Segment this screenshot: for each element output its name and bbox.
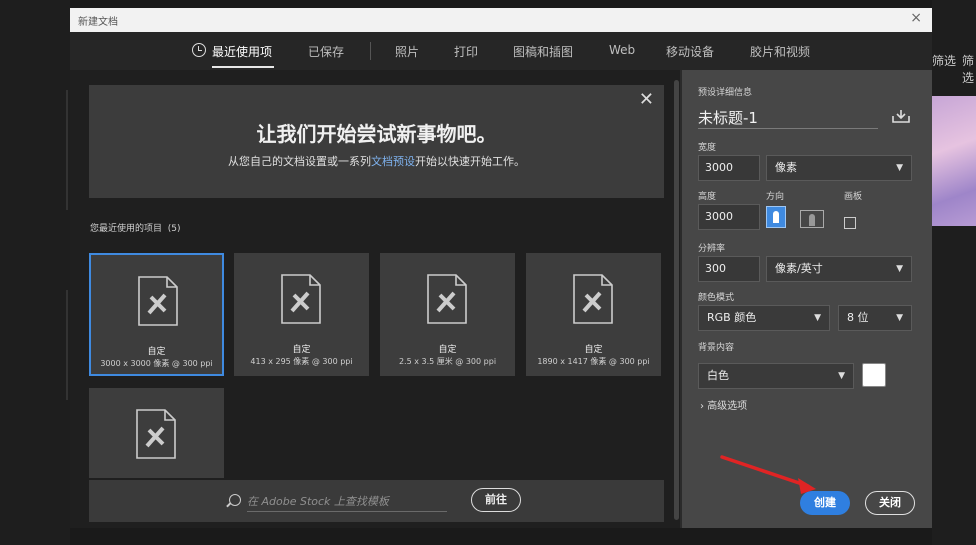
window-title: 新建文档: [78, 17, 118, 28]
width-label: 宽度: [698, 143, 717, 153]
recent-item-card[interactable]: 自定 413 x 295 像素 @ 300 ppi: [234, 253, 369, 376]
preset-details-label: 预设详细信息: [698, 88, 753, 98]
recent-item-card[interactable]: 自定 3000 x 3000 像素 @ 300 ppi: [89, 253, 224, 376]
tab-print[interactable]: 打印: [454, 43, 478, 60]
recent-item-name: 自定: [438, 345, 457, 355]
scrollbar[interactable]: [674, 80, 679, 520]
resolution-unit-value: 像素/英寸: [775, 262, 823, 275]
recent-item-name: 自定: [584, 345, 603, 355]
category-tabs: 最近使用项 已保存 照片 打印 图稿和插图 Web 移动设备 胶片和视频: [70, 32, 932, 70]
recent-item-size: 3000 x 3000 像素 @ 300 ppi: [100, 359, 213, 368]
recent-items-title: 您最近使用的项目: [90, 224, 163, 234]
chevron-down-icon: ▼: [896, 163, 903, 173]
welcome-banner: 让我们开始尝试新事物吧。 从您自己的文档设置或一系列文档预设开始以快速开始工作。…: [89, 85, 664, 198]
background-contents-label: 背景内容: [698, 343, 735, 353]
recent-item-card[interactable]: 自定 1890 x 1417 像素 @ 300 ppi: [526, 253, 661, 376]
background-app-left: [0, 0, 70, 545]
background-divider: [66, 290, 68, 400]
recent-item-card[interactable]: [89, 388, 224, 478]
background-contents-value: 白色: [707, 369, 729, 382]
background-filter-label: 筛选: [932, 54, 957, 68]
bit-depth-select[interactable]: 8 位 ▼: [838, 305, 912, 331]
recent-area: 让我们开始尝试新事物吧。 从您自己的文档设置或一系列文档预设开始以快速开始工作。…: [70, 70, 680, 528]
search-icon: [229, 494, 241, 506]
tab-photo[interactable]: 照片: [395, 43, 419, 60]
advanced-options-toggle[interactable]: › 高级选项: [700, 397, 747, 412]
tab-separator: [370, 42, 371, 60]
welcome-heading: 让我们开始尝试新事物吧。: [256, 122, 497, 146]
tab-film-video[interactable]: 胶片和视频: [750, 43, 810, 60]
tab-mobile[interactable]: 移动设备: [666, 43, 714, 60]
recent-item-size: 2.5 x 3.5 厘米 @ 300 ppi: [398, 357, 497, 366]
width-input[interactable]: 3000: [698, 155, 760, 181]
stock-search-bar: 在 Adobe Stock 上查找模板 前往: [89, 480, 664, 522]
window-close-button[interactable]: ×: [910, 10, 922, 26]
stock-go-button[interactable]: 前往: [471, 488, 521, 512]
tab-web[interactable]: Web: [609, 43, 635, 57]
tab-art-illustration[interactable]: 图稿和插图: [513, 43, 573, 60]
chevron-down-icon: ▼: [838, 371, 845, 381]
document-name-underline: [698, 128, 878, 129]
portrait-orientation-button[interactable]: [766, 206, 786, 228]
banner-close-icon[interactable]: ✕: [639, 89, 654, 110]
welcome-subtext-part: 从您自己的文档设置或一系列: [228, 155, 371, 168]
chevron-right-icon: ›: [700, 401, 704, 412]
recent-items-label: 您最近使用的项目 (5): [90, 221, 181, 234]
width-unit-select[interactable]: 像素 ▼: [766, 155, 912, 181]
recent-item-card[interactable]: 自定 2.5 x 3.5 厘米 @ 300 ppi: [380, 253, 515, 376]
artboard-label: 画板: [844, 192, 863, 202]
color-mode-value: RGB 颜色: [707, 311, 757, 324]
recent-item-size: 413 x 295 像素 @ 300 ppi: [250, 357, 353, 366]
chevron-down-icon: ▼: [896, 313, 903, 323]
bit-depth-value: 8 位: [847, 311, 869, 324]
background-filter-label: 筛选: [962, 54, 975, 85]
recent-item-size: 1890 x 1417 像素 @ 300 ppi: [537, 357, 650, 366]
landscape-icon: [809, 214, 815, 226]
document-icon: [136, 409, 176, 459]
tab-recent[interactable]: 最近使用项: [212, 43, 272, 60]
welcome-subtext: 从您自己的文档设置或一系列文档预设开始以快速开始工作。: [89, 153, 664, 169]
chevron-down-icon: ▼: [896, 264, 903, 274]
tab-saved[interactable]: 已保存: [308, 43, 344, 60]
color-mode-label: 颜色模式: [698, 293, 735, 303]
color-mode-select[interactable]: RGB 颜色 ▼: [698, 305, 830, 331]
document-icon: [573, 274, 613, 324]
document-presets-link[interactable]: 文档预设: [371, 155, 415, 168]
recent-item-name: 自定: [147, 347, 166, 357]
background-color-swatch[interactable]: [862, 363, 886, 387]
document-icon: [427, 274, 467, 324]
background-thumbnail: [932, 96, 976, 226]
stock-search-input[interactable]: 在 Adobe Stock 上查找模板: [247, 493, 447, 512]
create-button[interactable]: 创建: [800, 491, 850, 515]
width-unit-value: 像素: [775, 161, 797, 174]
resolution-label: 分辨率: [698, 244, 726, 254]
clock-icon: [192, 43, 206, 57]
artboard-checkbox[interactable]: [844, 217, 856, 229]
chevron-down-icon: ▼: [814, 313, 821, 323]
background-contents-select[interactable]: 白色 ▼: [698, 363, 854, 389]
preset-details-panel: 预设详细信息 未标题-1 宽度 3000 像素 ▼ 高度 方向 画板 3000 分…: [682, 70, 932, 528]
resolution-unit-select[interactable]: 像素/英寸 ▼: [766, 256, 912, 282]
document-name-input[interactable]: 未标题-1: [698, 107, 758, 128]
background-divider: [66, 90, 68, 210]
close-button[interactable]: 关闭: [865, 491, 915, 515]
title-bar: 新建文档 ×: [70, 8, 932, 32]
resolution-input[interactable]: 300: [698, 256, 760, 282]
orientation-label: 方向: [766, 192, 785, 202]
document-icon: [138, 276, 178, 326]
height-label: 高度: [698, 192, 717, 202]
welcome-subtext-part: 开始以快速开始工作。: [415, 155, 525, 168]
portrait-icon: [773, 211, 779, 223]
recent-item-name: 自定: [292, 345, 311, 355]
document-icon: [281, 274, 321, 324]
advanced-options-label: 高级选项: [707, 401, 748, 412]
active-tab-indicator: [212, 66, 274, 68]
height-input[interactable]: 3000: [698, 204, 760, 230]
new-document-dialog: 新建文档 × 最近使用项 已保存 照片 打印 图稿和插图 Web 移动设备 胶片…: [70, 8, 932, 528]
save-preset-icon[interactable]: [892, 109, 910, 123]
landscape-orientation-button[interactable]: [800, 210, 824, 228]
background-app-right: 筛选 筛选: [932, 0, 976, 545]
recent-items-count: (5): [167, 224, 181, 234]
